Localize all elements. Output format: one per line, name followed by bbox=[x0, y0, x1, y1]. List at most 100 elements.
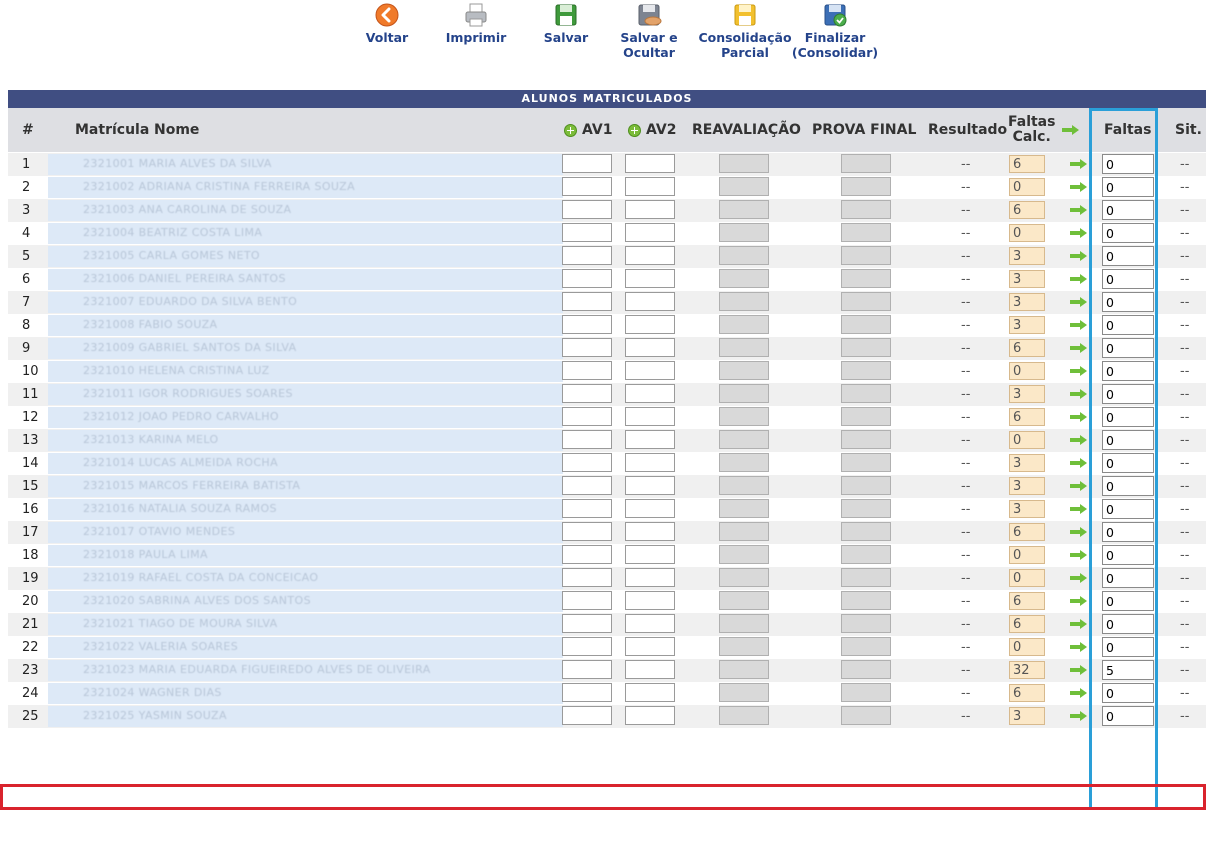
copy-arrow-icon[interactable] bbox=[1070, 504, 1087, 514]
av2-input[interactable] bbox=[625, 338, 675, 357]
save-and-hide-button[interactable]: Salvar e Ocultar bbox=[620, 2, 678, 60]
copy-arrow-icon[interactable] bbox=[1070, 412, 1087, 422]
copy-arrow-icon[interactable] bbox=[1070, 159, 1087, 169]
faltas-input[interactable] bbox=[1102, 706, 1154, 726]
av2-input[interactable] bbox=[625, 384, 675, 403]
av2-input[interactable] bbox=[625, 315, 675, 334]
faltas-input[interactable] bbox=[1102, 614, 1154, 634]
copy-arrow-icon[interactable] bbox=[1070, 228, 1087, 238]
av1-input[interactable] bbox=[562, 476, 612, 495]
copy-arrow-icon[interactable] bbox=[1070, 527, 1087, 537]
header-av2[interactable]: AV2 bbox=[628, 108, 676, 152]
expand-av1-icon[interactable] bbox=[564, 123, 577, 137]
av2-input[interactable] bbox=[625, 292, 675, 311]
faltas-input[interactable] bbox=[1102, 407, 1154, 427]
av1-input[interactable] bbox=[562, 614, 612, 633]
faltas-input[interactable] bbox=[1102, 338, 1154, 358]
av1-input[interactable] bbox=[562, 637, 612, 656]
av1-input[interactable] bbox=[562, 499, 612, 518]
copy-arrow-icon[interactable] bbox=[1070, 205, 1087, 215]
faltas-input[interactable] bbox=[1102, 269, 1154, 289]
save-button[interactable]: Salvar bbox=[540, 2, 592, 45]
copy-arrow-icon[interactable] bbox=[1070, 320, 1087, 330]
av1-input[interactable] bbox=[562, 453, 612, 472]
av2-input[interactable] bbox=[625, 223, 675, 242]
av1-input[interactable] bbox=[562, 660, 612, 679]
faltas-input[interactable] bbox=[1102, 177, 1154, 197]
av1-input[interactable] bbox=[562, 407, 612, 426]
faltas-input[interactable] bbox=[1102, 292, 1154, 312]
faltas-input[interactable] bbox=[1102, 453, 1154, 473]
faltas-input[interactable] bbox=[1102, 430, 1154, 450]
header-av1[interactable]: AV1 bbox=[564, 108, 612, 152]
av2-input[interactable] bbox=[625, 154, 675, 173]
copy-arrow-icon[interactable] bbox=[1070, 435, 1087, 445]
faltas-input[interactable] bbox=[1102, 660, 1154, 680]
av1-input[interactable] bbox=[562, 430, 612, 449]
av1-input[interactable] bbox=[562, 200, 612, 219]
finalize-button[interactable]: Finalizar (Consolidar) bbox=[790, 2, 880, 60]
header-matricula[interactable]: Matrícula bbox=[75, 108, 149, 152]
expand-av2-icon[interactable] bbox=[628, 123, 641, 137]
av2-input[interactable] bbox=[625, 407, 675, 426]
partial-consolidation-button[interactable]: Consolidação Parcial bbox=[697, 2, 793, 60]
copy-arrow-icon[interactable] bbox=[1070, 481, 1087, 491]
copy-arrow-icon[interactable] bbox=[1070, 688, 1087, 698]
back-button[interactable]: Voltar bbox=[358, 2, 416, 45]
av2-input[interactable] bbox=[625, 591, 675, 610]
faltas-input[interactable] bbox=[1102, 246, 1154, 266]
print-button[interactable]: Imprimir bbox=[440, 2, 512, 45]
av2-input[interactable] bbox=[625, 522, 675, 541]
copy-arrow-icon[interactable] bbox=[1070, 642, 1087, 652]
faltas-input[interactable] bbox=[1102, 476, 1154, 496]
av2-input[interactable] bbox=[625, 545, 675, 564]
copy-arrow-icon[interactable] bbox=[1070, 297, 1087, 307]
av1-input[interactable] bbox=[562, 568, 612, 587]
faltas-input[interactable] bbox=[1102, 315, 1154, 335]
av1-input[interactable] bbox=[562, 545, 612, 564]
av1-input[interactable] bbox=[562, 361, 612, 380]
av1-input[interactable] bbox=[562, 292, 612, 311]
copy-arrow-icon[interactable] bbox=[1070, 343, 1087, 353]
faltas-input[interactable] bbox=[1102, 637, 1154, 657]
av1-input[interactable] bbox=[562, 223, 612, 242]
faltas-input[interactable] bbox=[1102, 200, 1154, 220]
av1-input[interactable] bbox=[562, 315, 612, 334]
faltas-input[interactable] bbox=[1102, 154, 1154, 174]
av1-input[interactable] bbox=[562, 246, 612, 265]
copy-arrow-icon[interactable] bbox=[1070, 665, 1087, 675]
av1-input[interactable] bbox=[562, 384, 612, 403]
av2-input[interactable] bbox=[625, 568, 675, 587]
av1-input[interactable] bbox=[562, 522, 612, 541]
av1-input[interactable] bbox=[562, 269, 612, 288]
faltas-input[interactable] bbox=[1102, 522, 1154, 542]
av1-input[interactable] bbox=[562, 706, 612, 725]
av1-input[interactable] bbox=[562, 683, 612, 702]
av2-input[interactable] bbox=[625, 269, 675, 288]
av2-input[interactable] bbox=[625, 453, 675, 472]
copy-arrow-icon[interactable] bbox=[1070, 366, 1087, 376]
header-copy-arrow[interactable] bbox=[1062, 108, 1079, 152]
copy-arrow-icon[interactable] bbox=[1070, 458, 1087, 468]
av1-input[interactable] bbox=[562, 338, 612, 357]
copy-arrow-icon[interactable] bbox=[1070, 274, 1087, 284]
faltas-input[interactable] bbox=[1102, 223, 1154, 243]
av2-input[interactable] bbox=[625, 200, 675, 219]
copy-arrow-icon[interactable] bbox=[1070, 389, 1087, 399]
av2-input[interactable] bbox=[625, 499, 675, 518]
av2-input[interactable] bbox=[625, 683, 675, 702]
av1-input[interactable] bbox=[562, 154, 612, 173]
header-nome[interactable]: Nome bbox=[154, 108, 199, 152]
av1-input[interactable] bbox=[562, 177, 612, 196]
faltas-input[interactable] bbox=[1102, 591, 1154, 611]
av2-input[interactable] bbox=[625, 361, 675, 380]
av1-input[interactable] bbox=[562, 591, 612, 610]
faltas-input[interactable] bbox=[1102, 384, 1154, 404]
av2-input[interactable] bbox=[625, 706, 675, 725]
copy-arrow-icon[interactable] bbox=[1070, 573, 1087, 583]
av2-input[interactable] bbox=[625, 660, 675, 679]
copy-arrow-icon[interactable] bbox=[1070, 596, 1087, 606]
av2-input[interactable] bbox=[625, 614, 675, 633]
av2-input[interactable] bbox=[625, 430, 675, 449]
faltas-input[interactable] bbox=[1102, 683, 1154, 703]
